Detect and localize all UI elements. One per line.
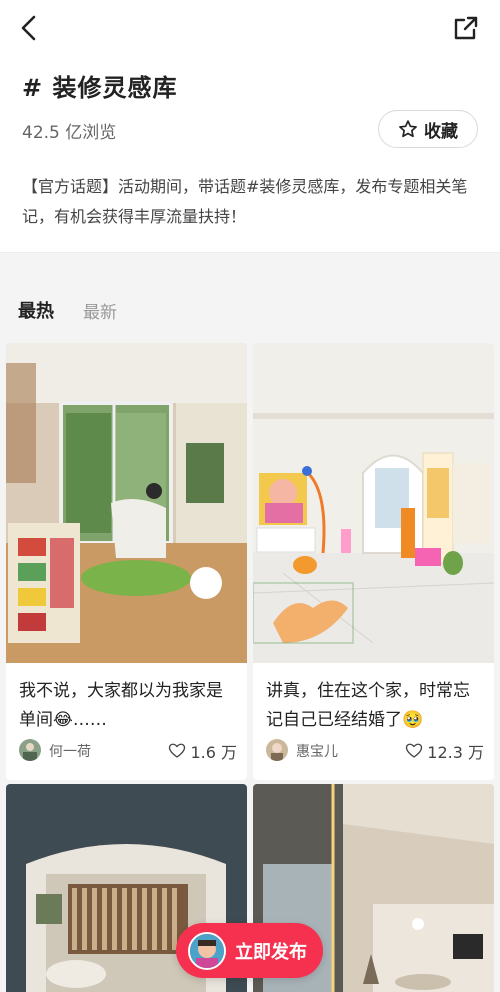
share-button[interactable] <box>450 12 482 44</box>
post-title: 我不说，大家都以为我家是单间😂…… <box>19 681 223 730</box>
sort-tabs: 最热 最新 <box>0 253 500 343</box>
tab-latest[interactable]: 最新 <box>83 298 117 323</box>
share-icon <box>454 16 478 40</box>
post-card[interactable]: 讲真，住在这个家，时常忘记自己已经结婚了🥹 惠宝儿 12.3 万 <box>253 343 494 780</box>
like-count: 1.6 万 <box>190 743 237 762</box>
post-meta: 何一荷 1.6 万 <box>19 739 237 763</box>
post-cover-image <box>253 343 494 663</box>
avatar <box>188 931 226 970</box>
publish-label: 立即发布 <box>235 941 307 963</box>
chevron-left-icon <box>21 15 36 41</box>
heart-icon <box>169 743 186 758</box>
topic-header: # 装修灵感库 42.5 亿浏览 收藏 【官方话题】活动期间，带话题#装修灵感库… <box>0 0 500 252</box>
post-title: 讲真，住在这个家，时常忘记自己已经结婚了🥹 <box>266 681 470 730</box>
like-count: 12.3 万 <box>427 743 484 762</box>
heart-icon <box>406 743 423 758</box>
like-button[interactable]: 1.6 万 <box>168 739 237 763</box>
author-name[interactable]: 惠宝儿 <box>296 741 338 761</box>
post-meta: 惠宝儿 12.3 万 <box>266 739 484 763</box>
favorite-button[interactable]: 收藏 <box>378 110 478 148</box>
favorite-label: 收藏 <box>424 121 458 142</box>
star-icon <box>399 120 417 138</box>
avatar[interactable] <box>19 739 41 761</box>
post-card[interactable]: 我不说，大家都以为我家是单间😂…… 何一荷 1.6 万 <box>6 343 247 780</box>
topic-title: # 装修灵感库 <box>22 74 178 102</box>
publish-button[interactable]: 立即发布 <box>176 923 323 978</box>
topic-description: 【官方话题】活动期间，带话题#装修灵感库，发布专题相关笔记，有机会获得丰厚流量扶… <box>22 177 468 226</box>
like-button[interactable]: 12.3 万 <box>405 739 484 763</box>
author-name[interactable]: 何一荷 <box>49 741 91 761</box>
post-cover-image <box>6 343 247 663</box>
tab-hottest[interactable]: 最热 <box>18 297 54 323</box>
view-count: 42.5 亿浏览 <box>22 123 117 143</box>
back-button[interactable] <box>14 12 46 44</box>
avatar[interactable] <box>266 739 288 761</box>
